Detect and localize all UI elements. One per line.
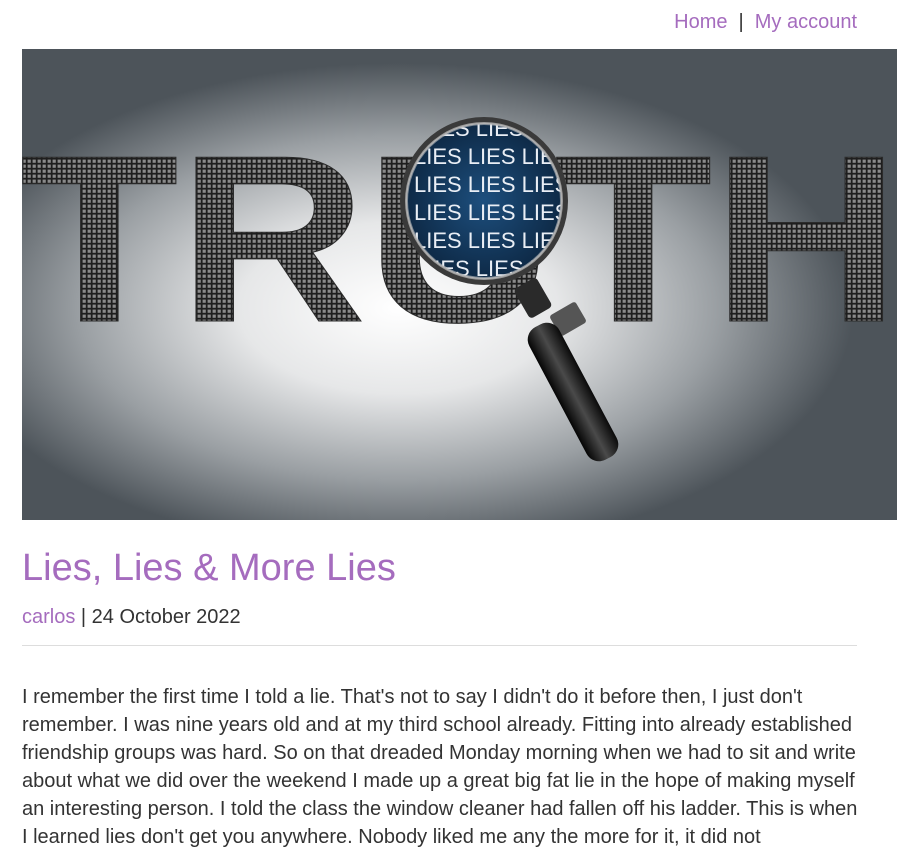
home-link[interactable]: Home xyxy=(674,11,727,33)
post-meta: carlos | 24 October 2022 xyxy=(22,603,241,631)
divider xyxy=(22,645,857,646)
top-nav: Home | My account xyxy=(674,9,857,35)
meta-separator: | xyxy=(75,606,92,628)
nav-separator: | xyxy=(738,11,744,33)
post-date: 24 October 2022 xyxy=(91,606,241,628)
post-title: Lies, Lies & More Lies xyxy=(22,547,396,589)
post-body: I remember the first time I told a lie. … xyxy=(22,686,858,848)
hero-image: TRUTH LIES LIES LIES LIES LIES LIES LIES… xyxy=(22,49,897,520)
author-link[interactable]: carlos xyxy=(22,606,75,628)
my-account-link[interactable]: My account xyxy=(755,11,857,33)
